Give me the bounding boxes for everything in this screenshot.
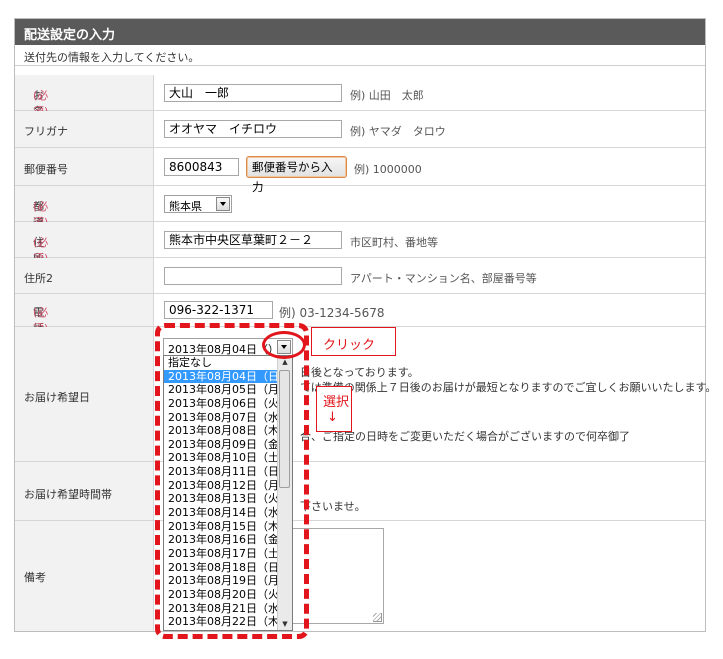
- delivery-time-label: お届け希望時間帯: [24, 488, 112, 501]
- label-cell: 備考: [15, 521, 154, 631]
- zip-label: 郵便番号: [24, 163, 68, 176]
- row-pref: 都道府県 (必須) 熊本県: [15, 186, 705, 261]
- intro-text: 送付先の情報を入力してください。: [24, 51, 200, 64]
- label-cell: お届け希望時間帯: [15, 462, 154, 520]
- address2-input[interactable]: [164, 267, 342, 285]
- label-cell: フリガナ: [15, 111, 154, 147]
- delivery-note-2: ては準備の関係上７日後のお届けが最短となりますのでご宜しくお願いいたします。: [300, 381, 717, 394]
- label-cell: 電話番号 (必須): [15, 294, 154, 367]
- phone-hint: 例) 03-1234-5678: [279, 306, 385, 320]
- select-callout-arrow: ↓: [327, 410, 338, 425]
- section-title: 配送設定の入力: [24, 28, 116, 43]
- row-name: お名前 (必須) 大山 一郎 例) 山田 太郎: [15, 75, 705, 134]
- delivery-note-1: 日後となっております。: [300, 366, 419, 379]
- remarks-label: 備考: [24, 571, 46, 584]
- select-callout-text: 選択: [323, 395, 350, 410]
- name-input[interactable]: 大山 一郎: [164, 84, 342, 102]
- label-cell: 郵便番号: [15, 148, 154, 185]
- row-zip: 郵便番号 8600843 郵便番号から入力 例) 1000000: [15, 148, 705, 194]
- address1-hint: 市区町村、番地等: [350, 236, 438, 249]
- label-cell: 住所2: [15, 258, 154, 293]
- select-callout: 選択 ↓: [316, 386, 352, 432]
- row-address2: 住所2 アパート・マンション名、部屋番号等: [15, 258, 705, 294]
- prefecture-value: 熊本県: [169, 200, 202, 213]
- kana-label: フリガナ: [24, 125, 68, 138]
- highlight-circle: [262, 331, 306, 359]
- kana-hint: 例) ヤマダ タロウ: [350, 125, 446, 138]
- chevron-down-icon[interactable]: [216, 197, 230, 211]
- row-phone: 電話番号 (必須) 096-322-1371 例) 03-1234-5678: [15, 294, 705, 367]
- address1-input[interactable]: 熊本市中央区草葉町２－２: [164, 231, 342, 249]
- phone-input[interactable]: 096-322-1371: [164, 301, 273, 319]
- row-kana: フリガナ オオヤマ イチロウ 例) ヤマダ タロウ: [15, 111, 705, 148]
- click-callout: クリック: [311, 327, 396, 356]
- label-cell: 都道府県 (必須): [15, 186, 154, 261]
- label-cell: 住所１ (必須): [15, 222, 154, 281]
- delivery-date-label: お届け希望日: [24, 391, 90, 404]
- address2-hint: アパート・マンション名、部屋番号等: [350, 272, 537, 285]
- delivery-time-note: 下さいませ。: [300, 500, 366, 513]
- row-remarks: 備考: [15, 521, 705, 631]
- click-callout-text: クリック: [323, 338, 376, 353]
- label-cell: お届け希望日: [15, 327, 154, 461]
- zip-lookup-button[interactable]: 郵便番号から入力: [246, 156, 347, 194]
- label-cell: お名前 (必須): [15, 75, 154, 134]
- prefecture-select[interactable]: 熊本県: [164, 195, 232, 213]
- kana-input[interactable]: オオヤマ イチロウ: [164, 120, 342, 138]
- zip-input[interactable]: 8600843: [164, 158, 239, 176]
- name-hint: 例) 山田 太郎: [350, 89, 424, 102]
- zip-hint: 例) 1000000: [354, 163, 422, 176]
- delivery-settings-panel: 配送設定の入力 送付先の情報を入力してください。 お名前 (必須) 大山 一郎 …: [14, 18, 716, 632]
- address2-label: 住所2: [24, 272, 53, 285]
- highlight-dashed-frame: [155, 323, 309, 639]
- resize-grip-icon[interactable]: [373, 613, 382, 622]
- intro-row: 送付先の情報を入力してください。: [15, 45, 705, 66]
- section-header: 配送設定の入力: [15, 19, 705, 45]
- row-delivery-time: お届け希望時間帯 下さいませ。: [15, 462, 705, 521]
- row-address1: 住所１ (必須) 熊本市中央区草葉町２－２ 市区町村、番地等: [15, 222, 705, 281]
